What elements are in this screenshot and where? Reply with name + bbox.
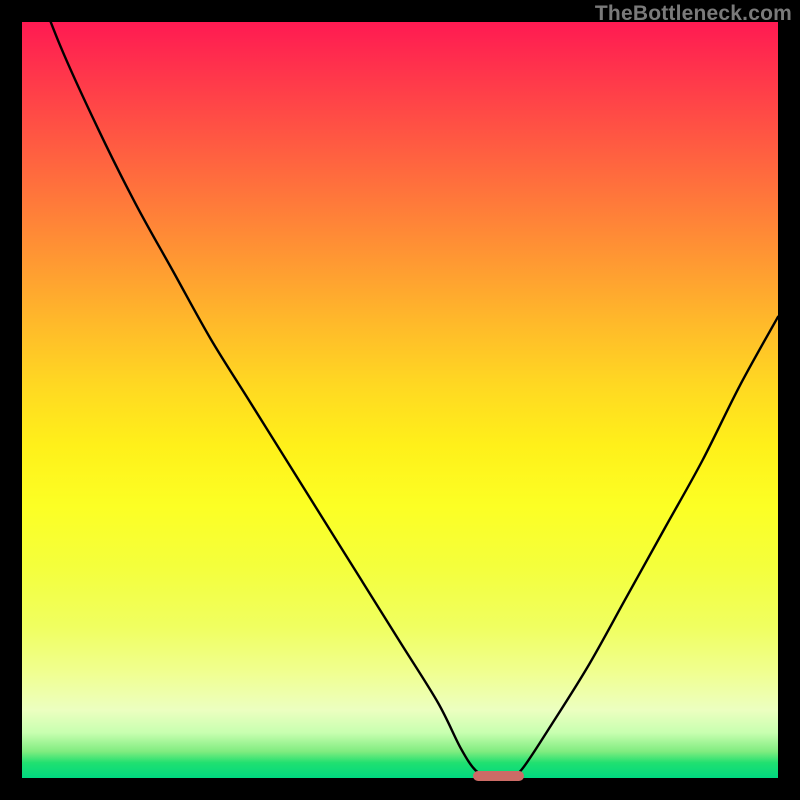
chart-frame: TheBottleneck.com (0, 0, 800, 800)
optimal-range-marker (473, 771, 524, 781)
plot-area (22, 22, 778, 778)
bottleneck-curve (22, 22, 778, 778)
